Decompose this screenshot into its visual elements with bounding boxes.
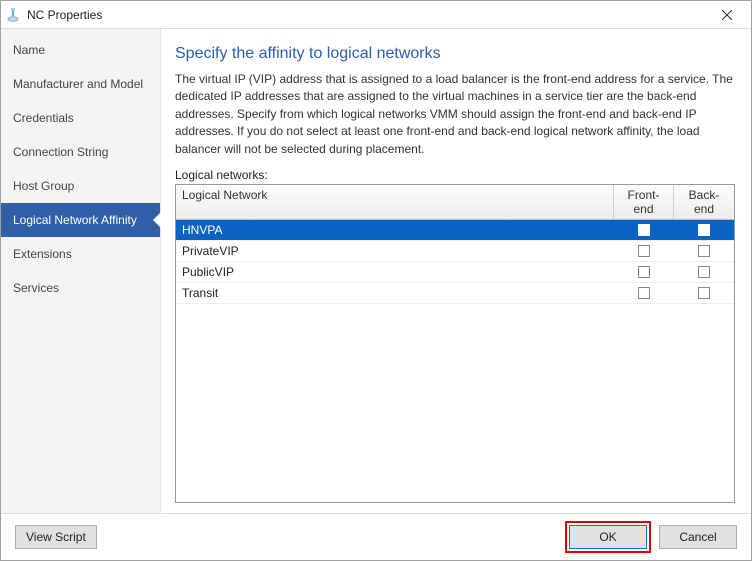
frontend-checkbox[interactable] [638, 287, 650, 299]
cell-network-name: Transit [176, 283, 614, 303]
frontend-checkbox[interactable] [638, 224, 650, 236]
cell-network-name: HNVPA [176, 220, 614, 240]
dialog-window: NC Properties Name Manufacturer and Model… [0, 0, 752, 561]
dialog-footer: View Script OK Cancel [1, 514, 751, 560]
page-description: The virtual IP (VIP) address that is ass… [175, 71, 735, 158]
cell-frontend [614, 262, 674, 282]
list-label: Logical networks: [175, 168, 735, 182]
cell-network-name: PrivateVIP [176, 241, 614, 261]
ok-button-highlight: OK [565, 521, 651, 553]
cell-backend [674, 262, 734, 282]
title-bar: NC Properties [1, 1, 751, 29]
sidebar-item-label: Name [13, 43, 45, 57]
page-heading: Specify the affinity to logical networks [175, 45, 735, 63]
sidebar-item-name[interactable]: Name [1, 33, 160, 67]
grid-header: Logical Network Front-end Back-end [176, 185, 734, 220]
cell-backend [674, 220, 734, 240]
sidebar-item-label: Connection String [13, 145, 108, 159]
logical-networks-grid: Logical Network Front-end Back-end HNVPA… [175, 184, 735, 503]
sidebar-item-manufacturer-and-model[interactable]: Manufacturer and Model [1, 67, 160, 101]
view-script-button[interactable]: View Script [15, 525, 97, 549]
sidebar-item-extensions[interactable]: Extensions [1, 237, 160, 271]
cell-frontend [614, 283, 674, 303]
column-header-name[interactable]: Logical Network [176, 185, 614, 219]
close-button[interactable] [707, 1, 747, 28]
window-title: NC Properties [27, 8, 707, 22]
cell-network-name: PublicVIP [176, 262, 614, 282]
backend-checkbox[interactable] [698, 287, 710, 299]
cell-backend [674, 283, 734, 303]
table-row[interactable]: PrivateVIP [176, 241, 734, 262]
cancel-button[interactable]: Cancel [659, 525, 737, 549]
backend-checkbox[interactable] [698, 266, 710, 278]
sidebar-item-logical-network-affinity[interactable]: Logical Network Affinity [1, 203, 160, 237]
frontend-checkbox[interactable] [638, 266, 650, 278]
cell-frontend [614, 241, 674, 261]
dialog-body: Name Manufacturer and Model Credentials Con… [1, 29, 751, 514]
table-row[interactable]: Transit [176, 283, 734, 304]
sidebar-item-label: Credentials [13, 111, 74, 125]
column-header-frontend[interactable]: Front-end [614, 185, 674, 219]
sidebar-item-label: Extensions [13, 247, 72, 261]
sidebar-item-connection-string[interactable]: Connection String [1, 135, 160, 169]
sidebar-item-label: Logical Network Affinity [13, 213, 137, 227]
app-icon [5, 7, 21, 23]
sidebar-item-label: Services [13, 281, 59, 295]
sidebar-item-label: Manufacturer and Model [13, 77, 143, 91]
content-pane: Specify the affinity to logical networks… [161, 29, 751, 513]
cell-backend [674, 241, 734, 261]
frontend-checkbox[interactable] [638, 245, 650, 257]
sidebar-item-services[interactable]: Services [1, 271, 160, 305]
sidebar: Name Manufacturer and Model Credentials Con… [1, 29, 161, 513]
sidebar-item-host-group[interactable]: Host Group [1, 169, 160, 203]
sidebar-item-credentials[interactable]: Credentials [1, 101, 160, 135]
ok-button[interactable]: OK [569, 525, 647, 549]
grid-body: HNVPAPrivateVIPPublicVIPTransit [176, 220, 734, 502]
column-header-backend[interactable]: Back-end [674, 185, 734, 219]
table-row[interactable]: HNVPA [176, 220, 734, 241]
backend-checkbox[interactable] [698, 224, 710, 236]
backend-checkbox[interactable] [698, 245, 710, 257]
sidebar-item-label: Host Group [13, 179, 74, 193]
cell-frontend [614, 220, 674, 240]
table-row[interactable]: PublicVIP [176, 262, 734, 283]
close-icon [722, 10, 732, 20]
